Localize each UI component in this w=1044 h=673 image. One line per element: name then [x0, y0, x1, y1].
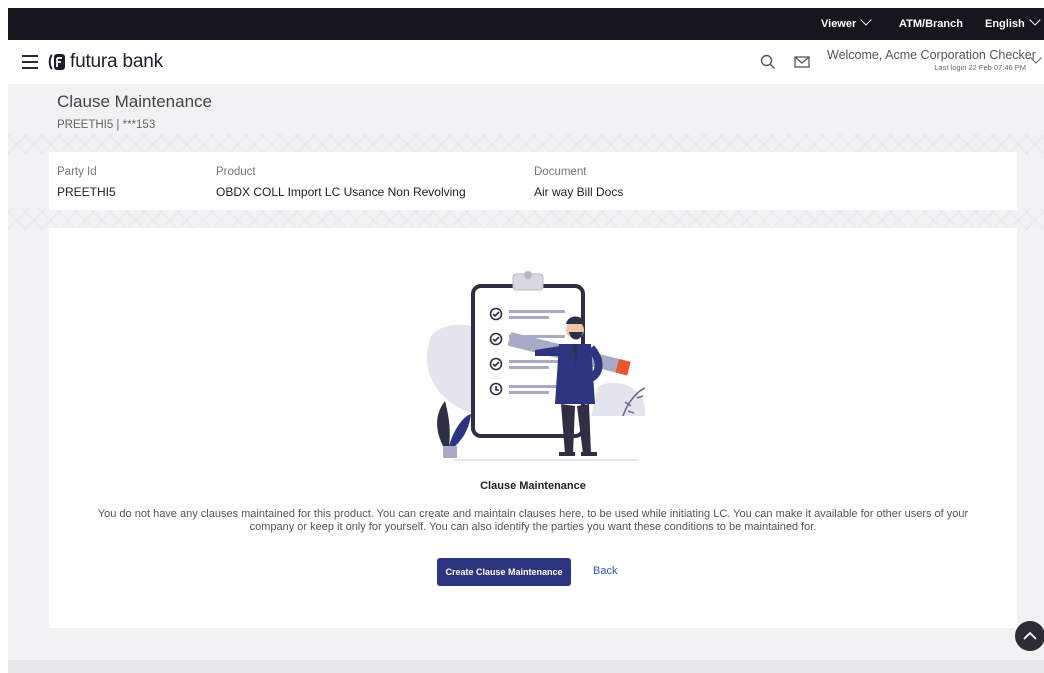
- document-field: Document Air way Bill Docs: [534, 166, 623, 199]
- back-link[interactable]: Back: [593, 565, 617, 577]
- top-bar: Viewer ATM/Branch English: [8, 8, 1044, 40]
- clipboard-person-illustration: [426, 271, 646, 461]
- language-selector[interactable]: English: [985, 8, 1041, 40]
- details-card: Party Id PREETHI5 Product OBDX COLL Impo…: [49, 152, 1017, 210]
- welcome-text: Welcome, Acme Corporation Checker: [827, 48, 1036, 62]
- language-label: English: [985, 18, 1025, 30]
- pattern-band: [8, 134, 1044, 154]
- product-label: Product: [216, 166, 256, 178]
- futura-logo-icon: [48, 54, 65, 70]
- page-title: Clause Maintenance: [57, 92, 212, 111]
- atm-branch-link[interactable]: ATM/Branch: [899, 8, 963, 40]
- party-id-value: PREETHI5: [57, 185, 116, 199]
- party-id-label: Party Id: [57, 166, 97, 178]
- footer: [8, 660, 1044, 673]
- last-login-text: Last login 22 Feb 07:46 PM: [934, 63, 1026, 72]
- mail-icon[interactable]: [793, 53, 811, 71]
- empty-state-card: Clause Maintenance You do not have any c…: [49, 228, 1017, 628]
- document-label: Document: [534, 166, 587, 178]
- header: futura bank Welcome, Acme Corporation Ch…: [8, 40, 1044, 84]
- document-value: Air way Bill Docs: [534, 185, 624, 199]
- hamburger-icon[interactable]: [22, 55, 38, 69]
- brand-name: futura bank: [70, 51, 163, 72]
- page-subtitle: PREETHI5 | ***153: [57, 119, 156, 131]
- product-field: Product OBDX COLL Import LC Usance Non R…: [216, 166, 466, 199]
- search-icon[interactable]: [759, 53, 777, 71]
- user-menu[interactable]: Welcome, Acme Corporation Checker Last l…: [827, 48, 1036, 72]
- scroll-to-top-button[interactable]: [1015, 621, 1044, 651]
- pattern-band: [8, 208, 1044, 230]
- chevron-down-icon: [860, 14, 872, 26]
- product-value: OBDX COLL Import LC Usance Non Revolving: [216, 185, 466, 199]
- role-label: Viewer: [821, 18, 857, 30]
- empty-state-title: Clause Maintenance: [480, 480, 586, 492]
- brand-logo[interactable]: futura bank: [47, 51, 163, 73]
- app-frame: Viewer ATM/Branch English futura bank We…: [8, 8, 1044, 673]
- party-id-field: Party Id PREETHI5: [57, 166, 116, 199]
- create-clause-maintenance-button[interactable]: Create Clause Maintenance: [437, 558, 571, 586]
- role-selector[interactable]: Viewer: [821, 8, 872, 40]
- chevron-down-icon: [1029, 14, 1041, 26]
- empty-state-description: You do not have any clauses maintained f…: [97, 508, 969, 533]
- chevron-up-icon: [1023, 631, 1037, 640]
